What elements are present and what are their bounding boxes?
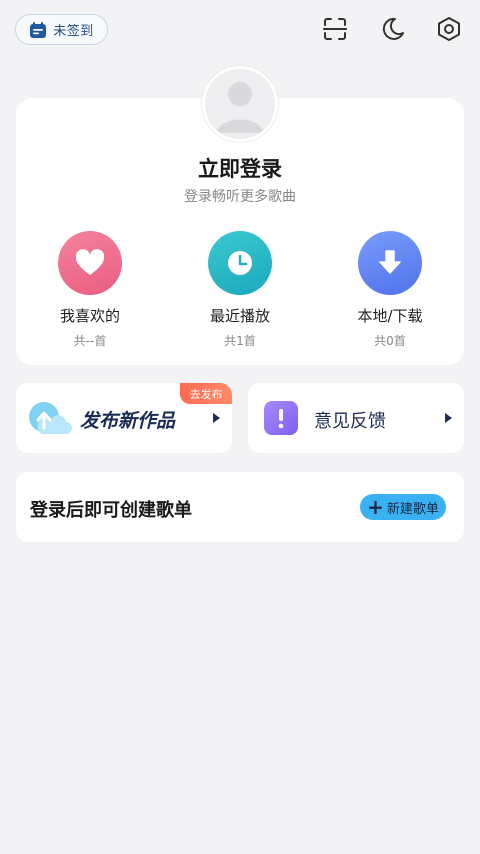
quick-local-download[interactable]: 本地/下载 共0首 (335, 231, 445, 349)
signin-button[interactable]: 未签到 (15, 14, 108, 45)
chevron-right-icon (445, 413, 452, 423)
publish-card[interactable]: 去发布 发布新作品 (16, 383, 232, 453)
chevron-right-icon (213, 413, 220, 423)
quick-count: 共--首 (73, 334, 107, 348)
download-icon (379, 250, 401, 274)
quick-label: 最近播放 (209, 307, 270, 325)
upload-cloud-icon (29, 402, 72, 434)
user-avatar-icon (205, 69, 275, 139)
quick-label: 本地/下载 (357, 307, 423, 325)
app-root: 未签到 立即登录 登录畅听更多歌曲 我喜欢的 共--首 最近播放 共1首 本地/… (0, 0, 480, 854)
avatar[interactable] (202, 66, 278, 142)
publish-text: 发布新作品 (80, 410, 176, 432)
scan-icon[interactable] (321, 15, 349, 43)
quick-label: 我喜欢的 (59, 307, 120, 325)
feedback-icon (264, 401, 298, 435)
settings-icon[interactable] (435, 15, 463, 43)
login-title[interactable]: 立即登录 (0, 153, 480, 183)
calendar-icon (30, 21, 47, 38)
quick-count: 共0首 (374, 334, 406, 348)
new-playlist-button[interactable]: + 新建歌单 (360, 494, 446, 520)
new-playlist-label: 新建歌单 (386, 501, 439, 517)
playlist-prompt: 登录后即可创建歌单 (30, 500, 192, 521)
quick-recent[interactable]: 最近播放 共1首 (185, 231, 295, 349)
feedback-text: 意见反馈 (314, 411, 386, 432)
login-subtitle: 登录畅听更多歌曲 (184, 189, 296, 205)
plus-icon: + (367, 495, 384, 519)
signin-label: 未签到 (53, 24, 94, 39)
moon-icon[interactable] (379, 15, 407, 43)
playlist-card: 登录后即可创建歌单 + 新建歌单 (16, 472, 464, 542)
quick-count: 共1首 (224, 334, 256, 348)
feedback-card[interactable]: 意见反馈 (248, 383, 464, 453)
publish-badge[interactable]: 去发布 (180, 383, 232, 404)
quick-favorites[interactable]: 我喜欢的 共--首 (35, 231, 145, 349)
top-bar: 未签到 (0, 0, 480, 60)
clock-icon (228, 251, 252, 275)
heart-icon (75, 249, 105, 275)
